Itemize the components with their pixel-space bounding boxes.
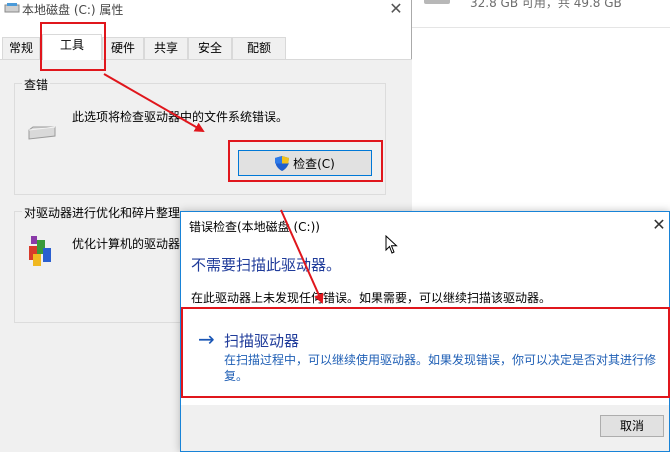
background-drive-icon — [424, 0, 450, 4]
hard-drive-icon — [28, 126, 56, 140]
dialog-title: 错误检查(本地磁盘 (C:)) — [189, 220, 320, 234]
optimize-description: 优化计算机的驱动器 — [72, 237, 181, 251]
properties-close-icon[interactable]: ✕ — [386, 0, 406, 18]
annotation-box-scan-option — [181, 307, 670, 398]
dialog-close-icon[interactable]: ✕ — [648, 214, 670, 236]
error-check-description: 此选项将检查驱动器中的文件系统错误。 — [72, 110, 289, 124]
dialog-heading: 不需要扫描此驱动器。 — [191, 256, 342, 274]
tab-quota[interactable]: 配额 — [232, 37, 286, 59]
tab-security[interactable]: 安全 — [188, 37, 232, 59]
annotation-box-tools-tab — [40, 22, 106, 71]
background-disk-info: 32.8 GB 可用，共 49.8 GB — [470, 0, 622, 10]
annotation-box-check-button — [228, 140, 383, 182]
tab-hardware[interactable]: 硬件 — [102, 37, 144, 59]
tab-general[interactable]: 常规 — [2, 37, 40, 59]
mouse-pointer-icon — [385, 235, 398, 254]
defrag-icon — [29, 236, 51, 266]
background-divider — [410, 27, 670, 28]
optimize-title: 对驱动器进行优化和碎片整理 — [22, 204, 183, 221]
dialog-message: 在此驱动器上未发现任何错误。如果需要，可以继续扫描该驱动器。 — [191, 291, 552, 305]
cancel-button[interactable]: 取消 — [600, 415, 664, 437]
tab-sharing[interactable]: 共享 — [144, 37, 188, 59]
error-check-title: 查错 — [22, 76, 51, 93]
drive-icon — [4, 3, 20, 13]
dialog-footer — [181, 405, 669, 451]
properties-title: 本地磁盘 (C:) 属性 — [22, 3, 124, 17]
